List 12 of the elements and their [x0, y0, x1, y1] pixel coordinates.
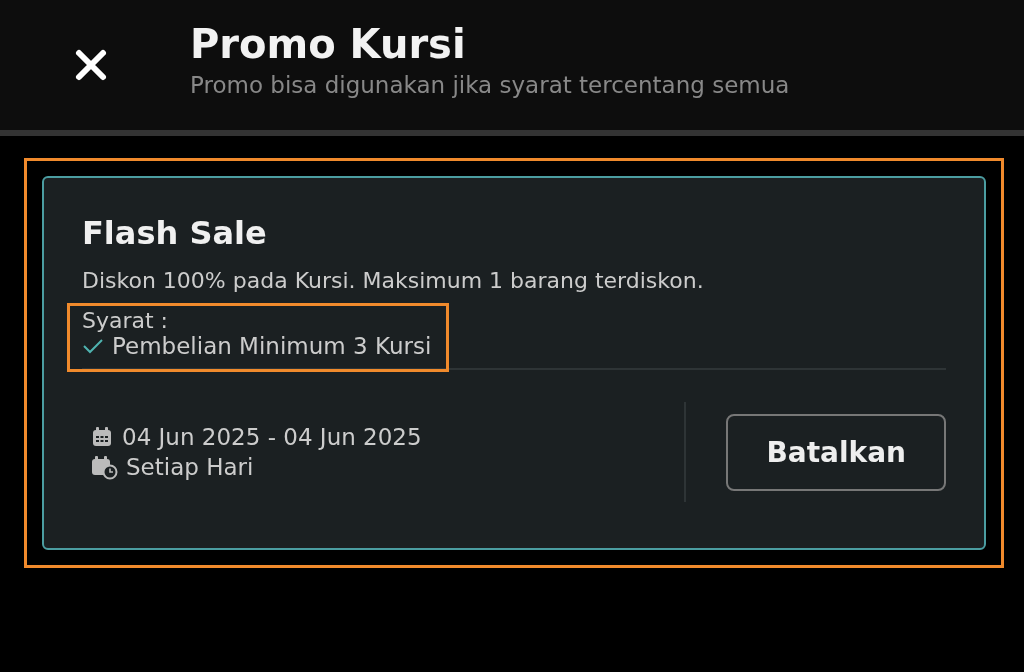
- calendar-icon: [90, 425, 114, 449]
- condition-text: Pembelian Minimum 3 Kursi: [112, 333, 432, 359]
- cancel-button[interactable]: Batalkan: [726, 413, 946, 491]
- promo-schedule: Setiap Hari: [126, 454, 254, 480]
- promo-description: Diskon 100% pada Kursi. Maksimum 1 barang terdiskon.: [82, 268, 705, 293]
- promo-title: Flash Sale: [82, 214, 268, 252]
- page-subtitle: Promo bisa digunakan jika syarat tercentang semua: [190, 72, 790, 98]
- page-title: Promo Kursi: [190, 20, 467, 69]
- close-icon: [73, 47, 109, 83]
- calendar-clock-icon: [90, 454, 118, 480]
- conditions-label: Syarat :: [82, 308, 170, 333]
- promo-period: 04 Jun 2025 - 04 Jun 2025: [122, 424, 422, 450]
